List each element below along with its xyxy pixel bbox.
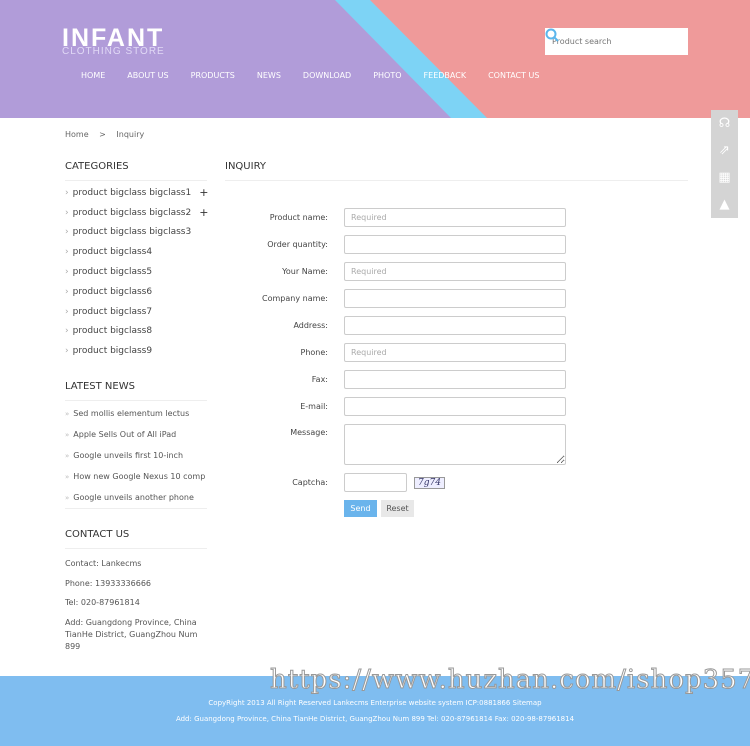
news-item[interactable]: Google unveils first 10-inch bbox=[65, 445, 207, 466]
address-input[interactable] bbox=[344, 316, 566, 335]
contact-phone: Phone: 13933336666 bbox=[65, 578, 152, 588]
footer-address: Add: Guangdong Province, China TianHe Di… bbox=[175, 715, 575, 723]
category-label: product bigclass bigclass1 bbox=[72, 187, 192, 198]
field-label: Phone: bbox=[300, 348, 328, 357]
categories-title: CATEGORIES bbox=[65, 161, 129, 172]
search-input[interactable] bbox=[552, 37, 662, 46]
news-item[interactable]: Apple Sells Out of All iPad bbox=[65, 424, 207, 445]
message-row: Message: bbox=[225, 424, 570, 465]
contact-name: Contact: Lankecms bbox=[65, 559, 142, 569]
field-label: Your Name: bbox=[282, 267, 328, 276]
reset-button[interactable]: Reset bbox=[381, 500, 414, 517]
category-item[interactable]: product bigclass9 bbox=[65, 341, 215, 361]
form-row: Address: bbox=[225, 316, 570, 335]
nav-about[interactable]: ABOUT US bbox=[127, 71, 168, 80]
captcha-input[interactable] bbox=[344, 473, 407, 492]
breadcrumb-separator: > bbox=[99, 130, 106, 139]
news-title: LATEST NEWS bbox=[65, 381, 135, 393]
field-label: Company name: bbox=[262, 294, 328, 303]
sidebar: CATEGORIES product bigclass bigclass1 + p… bbox=[65, 161, 208, 653]
category-item[interactable]: product bigclass4 bbox=[65, 242, 215, 262]
search-box bbox=[545, 28, 688, 55]
expand-icon[interactable]: + bbox=[199, 206, 208, 219]
nav-home[interactable]: HOME bbox=[81, 71, 105, 80]
field-label: Product name: bbox=[269, 213, 328, 222]
form-row: Phone: Required bbox=[225, 343, 570, 362]
captcha-row: Captcha: 7g74 bbox=[225, 473, 570, 492]
share-icon[interactable]: ⇗ bbox=[719, 137, 730, 164]
contact-address: Add: Guangdong Province, China TianHe Di… bbox=[65, 617, 198, 651]
main-nav: HOME ABOUT US PRODUCTS NEWS DOWNLOAD PHO… bbox=[70, 71, 551, 80]
order-quantity-input[interactable] bbox=[344, 235, 566, 254]
breadcrumb-current: Inquiry bbox=[116, 130, 145, 139]
footer-copyright: CopyRight 2013 All Right Reserved Lankec… bbox=[208, 699, 542, 707]
fax-input[interactable] bbox=[344, 370, 566, 389]
nav-photo[interactable]: PHOTO bbox=[373, 71, 401, 80]
page-title: INQUIRY bbox=[225, 161, 266, 172]
logo-subtitle: CLOTHING STORE bbox=[62, 46, 165, 57]
category-item[interactable]: product bigclass7 bbox=[65, 302, 215, 322]
search-icon[interactable] bbox=[545, 28, 559, 42]
header-background bbox=[0, 0, 750, 118]
breadcrumb: Home > Inquiry bbox=[65, 130, 144, 139]
form-row: Product name: Required bbox=[225, 208, 570, 227]
phone-input[interactable] bbox=[344, 343, 566, 362]
news-item[interactable]: Google unveils another phone bbox=[65, 487, 207, 508]
captcha-image[interactable]: 7g74 bbox=[414, 476, 445, 489]
rocket-icon[interactable]: ▲ bbox=[720, 191, 730, 218]
contact-tel: Tel: 020-87961814 bbox=[65, 598, 140, 608]
contact-title: CONTACT US bbox=[65, 529, 130, 541]
nav-products[interactable]: PRODUCTS bbox=[191, 71, 235, 80]
company-name-input[interactable] bbox=[344, 289, 566, 308]
product-name-input[interactable] bbox=[344, 208, 566, 227]
news-item[interactable]: Sed mollis elementum lectus bbox=[65, 403, 207, 424]
captcha-label: Captcha: bbox=[292, 478, 328, 487]
form-row: Order quantity: bbox=[225, 235, 570, 254]
side-toolbar: ☊ ⇗ ▦ ▲ bbox=[711, 110, 738, 218]
field-label: Fax: bbox=[311, 375, 328, 384]
form-row: Your Name: Required bbox=[225, 262, 570, 281]
message-label: Message: bbox=[290, 428, 328, 437]
send-button[interactable]: Send bbox=[344, 500, 377, 517]
category-item[interactable]: product bigclass6 bbox=[65, 282, 215, 302]
message-input[interactable] bbox=[344, 424, 566, 465]
nav-feedback[interactable]: FEEDBACK bbox=[424, 71, 467, 80]
form-row: Company name: bbox=[225, 289, 570, 308]
your-name-input[interactable] bbox=[344, 262, 566, 281]
form-row: Fax: bbox=[225, 370, 570, 389]
category-item[interactable]: product bigclass8 bbox=[65, 322, 215, 342]
nav-download[interactable]: DOWNLOAD bbox=[303, 71, 351, 80]
breadcrumb-home[interactable]: Home bbox=[65, 130, 89, 139]
email-input[interactable] bbox=[344, 397, 566, 416]
field-label: E-mail: bbox=[300, 402, 328, 411]
category-item[interactable]: product bigclass bigclass3 bbox=[65, 223, 215, 243]
form-row: E-mail: bbox=[225, 397, 570, 416]
field-label: Address: bbox=[293, 321, 328, 330]
field-label: Order quantity: bbox=[267, 240, 328, 249]
category-item[interactable]: product bigclass bigclass2 + bbox=[65, 203, 215, 223]
nav-contact[interactable]: CONTACT US bbox=[488, 71, 539, 80]
category-item[interactable]: product bigclass5 bbox=[65, 262, 215, 282]
news-item[interactable]: How new Google Nexus 10 comp bbox=[65, 466, 207, 487]
watermark: https://www.huzhan.com/ishop3572 bbox=[270, 665, 750, 696]
qrcode-icon[interactable]: ▦ bbox=[718, 164, 730, 191]
nav-news[interactable]: NEWS bbox=[257, 71, 281, 80]
category-label: product bigclass bigclass2 bbox=[72, 207, 192, 218]
headset-icon[interactable]: ☊ bbox=[719, 110, 731, 137]
expand-icon[interactable]: + bbox=[199, 186, 208, 199]
header: INFANT CLOTHING STORE HOME ABOUT US PROD… bbox=[0, 0, 750, 118]
category-item[interactable]: product bigclass bigclass1 + bbox=[65, 183, 215, 203]
